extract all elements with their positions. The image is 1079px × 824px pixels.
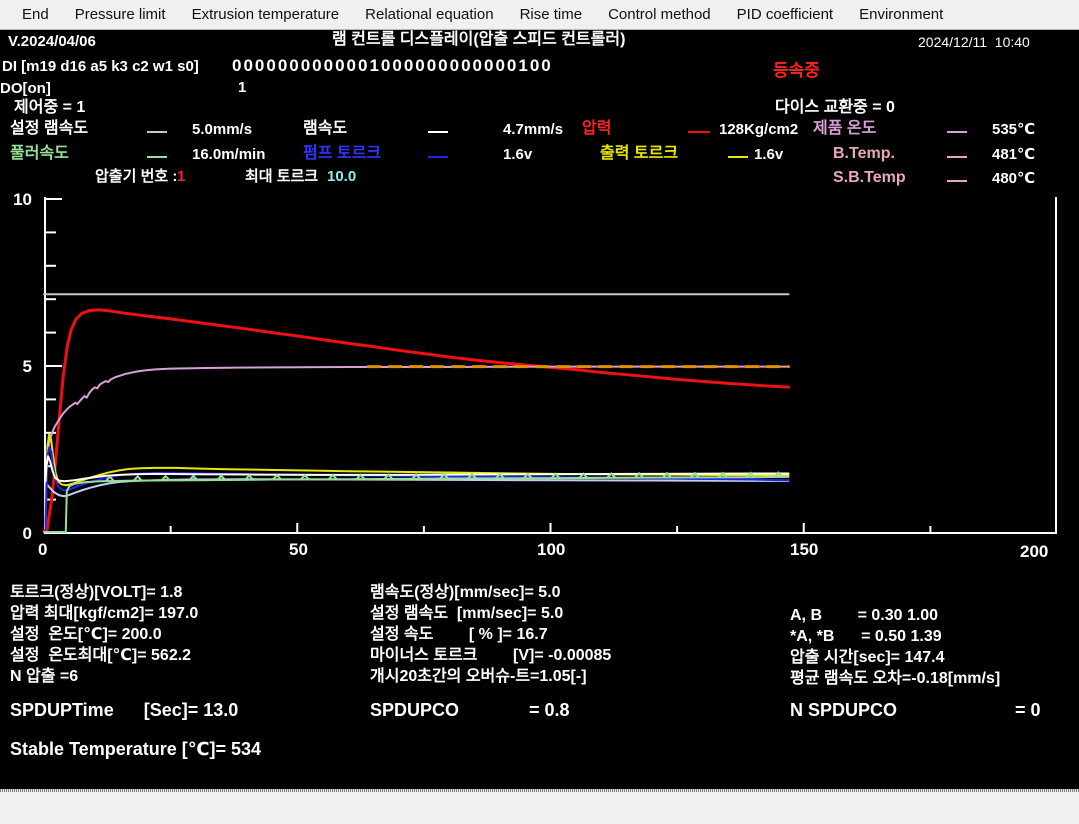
- stat-n-spdup-value: = 0: [1015, 700, 1041, 721]
- y-axis-tick-0: 0: [8, 524, 32, 544]
- legend-value-output-torque: 1.6v: [754, 146, 783, 163]
- stat-astar-bstar: *A, *B = 0.50 1.39: [790, 628, 942, 646]
- extruder-no-label: 압출기 번호 :: [95, 168, 177, 185]
- legend-line-b-temp: [947, 156, 967, 158]
- legend-value-puller-speed: 16.0m/min: [192, 146, 265, 163]
- stat-extrusion-time: 압출 시간[sec]= 147.4: [790, 649, 945, 667]
- stat-a-b: A, B = 0.30 1.00: [790, 607, 938, 625]
- control-status: 제어중 = 1: [14, 99, 85, 117]
- page-title: 램 컨트롤 디스플레이(압출 스피드 컨트롤러): [332, 31, 625, 49]
- legend-line-ram-speed: [428, 131, 448, 133]
- max-torque-label: 최대 토르크: [245, 168, 318, 185]
- legend-label-ram-speed: 램속도: [303, 120, 347, 138]
- status-badge-constant-speed: 등속중: [773, 61, 820, 81]
- menu-item-end[interactable]: End: [22, 6, 49, 23]
- menu-item-environment[interactable]: Environment: [859, 6, 943, 23]
- stat-spdup-time: SPDUPTime [Sec]= 13.0: [10, 700, 238, 721]
- stat-n-extrusion: N 압출 =6: [10, 668, 78, 686]
- legend-line-sb-temp: [947, 180, 967, 182]
- trend-chart: [0, 185, 1079, 570]
- stat-avg-ram-speed-error: 평균 램속도 오차=-0.18[mm/s]: [790, 670, 1000, 688]
- stat-overshoot-20s: 개시20초간의 오버슈-트=1.05[-]: [370, 668, 587, 686]
- di-label: DI [m19 d16 a5 k3 c2 w1 s0]: [2, 58, 199, 75]
- stat-minus-torque: 마이너스 토르크 [V]= -0.00085: [370, 647, 611, 665]
- menu-item-pressure-limit[interactable]: Pressure limit: [75, 6, 166, 23]
- legend-line-pump-torque: [428, 156, 448, 158]
- stat-torque-normal: 토르크(정상)[VOLT]= 1.8: [10, 584, 182, 602]
- stat-set-speed-percent: 설정 속도 [ % ]= 16.7: [370, 626, 548, 644]
- y-axis-tick-5: 5: [8, 357, 32, 377]
- x-axis-tick-150: 150: [790, 540, 818, 560]
- ram-control-display-window: End Pressure limit Extrusion temperature…: [0, 0, 1079, 824]
- x-axis-tick-200: 200: [1020, 542, 1048, 562]
- menu-item-pid-coefficient[interactable]: PID coefficient: [737, 6, 833, 23]
- menu-item-relational-equation[interactable]: Relational equation: [365, 6, 493, 23]
- legend-label-set-ram-speed: 설정 램속도: [10, 120, 88, 138]
- legend-label-pressure: 압력: [582, 120, 611, 138]
- do-label: DO[on]: [0, 80, 51, 97]
- bottom-window-area: [0, 792, 1079, 824]
- max-torque-value: 10.0: [327, 168, 356, 185]
- legend-line-pressure: [688, 131, 710, 133]
- do-value: 1: [238, 79, 246, 96]
- legend-label-b-temp: B.Temp.: [833, 145, 895, 163]
- menu-item-control-method[interactable]: Control method: [608, 6, 711, 23]
- legend-label-pump-torque: 펌프 토르크: [303, 145, 381, 163]
- menu-bar: End Pressure limit Extrusion temperature…: [0, 0, 1079, 30]
- stat-set-temp-max: 설정 온도최대[℃]= 562.2: [10, 647, 191, 665]
- legend-value-ram-speed: 4.7mm/s: [503, 121, 563, 138]
- extruder-no-value: 1: [177, 168, 185, 185]
- x-axis-tick-0: 0: [38, 540, 47, 560]
- legend-value-b-temp: 481℃: [992, 146, 1035, 163]
- legend-value-product-temp: 535℃: [992, 121, 1035, 138]
- x-axis-tick-100: 100: [537, 540, 565, 560]
- legend-label-product-temp: 제품 온도: [813, 120, 876, 138]
- stat-spdup-co: SPDUPCO = 0.8: [370, 700, 570, 721]
- menu-item-extrusion-temperature[interactable]: Extrusion temperature: [192, 6, 340, 23]
- legend-value-pump-torque: 1.6v: [503, 146, 532, 163]
- stat-pressure-max: 압력 최대[kgf/cm2]= 197.0: [10, 605, 198, 623]
- legend-line-puller-speed: [147, 156, 167, 158]
- legend-value-pressure: 128Kg/cm2: [719, 121, 798, 138]
- di-bits: 0000000000001000000000000100: [232, 56, 553, 76]
- stat-set-temp: 설정 온도[℃]= 200.0: [10, 626, 162, 644]
- stat-n-spdup-label: N SPDUPCO: [790, 700, 897, 721]
- datetime: 2024/12/11 10:40: [918, 34, 1030, 50]
- y-axis-tick-10: 10: [8, 190, 32, 210]
- stat-set-ram-speed: 설정 램속도 [mm/sec]= 5.0: [370, 605, 563, 623]
- legend-value-set-ram-speed: 5.0mm/s: [192, 121, 252, 138]
- dice-exchange-status: 다이스 교환중 = 0: [775, 99, 895, 117]
- legend-line-set-ram-speed: [147, 131, 167, 133]
- legend-line-output-torque: [728, 156, 748, 158]
- legend-label-puller-speed: 풀러속도: [10, 145, 69, 163]
- legend-line-product-temp: [947, 131, 967, 133]
- stat-ram-speed-normal: 램속도(정상)[mm/sec]= 5.0: [370, 584, 561, 602]
- stat-stable-temperature: Stable Temperature [℃]= 534: [10, 739, 261, 760]
- menu-item-rise-time[interactable]: Rise time: [520, 6, 583, 23]
- legend-label-output-torque: 출력 토르크: [600, 145, 678, 163]
- x-axis-tick-50: 50: [289, 540, 308, 560]
- version-label: V.2024/04/06: [8, 33, 96, 50]
